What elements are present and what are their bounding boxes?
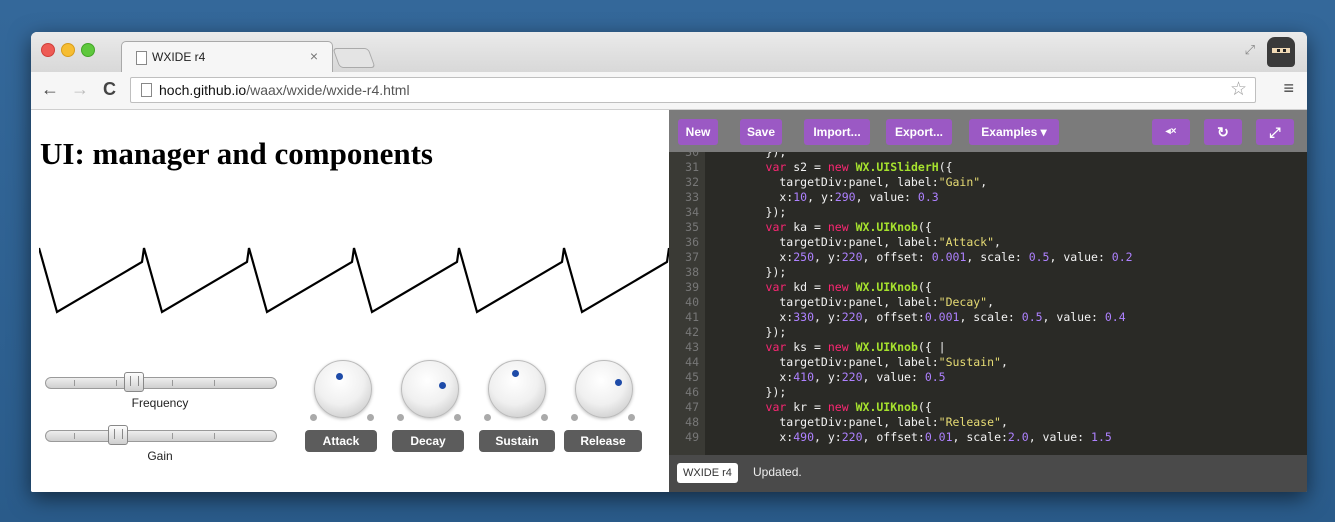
forward-button[interactable]: →: [71, 79, 89, 100]
attack-knob[interactable]: [310, 358, 374, 422]
line-number: 48: [685, 415, 699, 429]
tab-bar: WXIDE r4 × ⤢: [31, 32, 1307, 73]
mute-button[interactable]: ◂×: [1152, 119, 1190, 145]
line-number: 45: [685, 370, 699, 384]
code-editor[interactable]: 30 }); 31 var s2 = new WX.UISliderH({ 32 t…: [669, 152, 1307, 455]
line-number: 39: [685, 280, 699, 294]
code-line: 32 targetDiv:panel, label:"Gain",: [669, 176, 1307, 189]
line-number: 42: [685, 325, 699, 339]
tab-wxide[interactable]: WXIDE r4 ×: [121, 41, 333, 73]
decay-knob[interactable]: [397, 358, 461, 422]
code-line: 30 });: [669, 152, 1307, 159]
code-line: 36 targetDiv:panel, label:"Attack",: [669, 236, 1307, 249]
line-number: 44: [685, 355, 699, 369]
code-line: 33 x:10, y:290, value: 0.3: [669, 191, 1307, 204]
status-badge: WXIDE r4: [677, 463, 738, 483]
line-number: 40: [685, 295, 699, 309]
browser-menu-icon[interactable]: ≡: [1283, 78, 1294, 99]
code-line: 41 x:330, y:220, offset:0.001, scale: 0.…: [669, 311, 1307, 324]
expand-button[interactable]: ⤢: [1256, 119, 1294, 145]
tab-title: WXIDE r4: [152, 50, 206, 64]
line-number: 38: [685, 265, 699, 279]
desktop: WXIDE r4 × ⤢ ← → C hoch.github.io/waax/w…: [0, 0, 1335, 522]
back-button[interactable]: ←: [41, 79, 59, 100]
page-title: UI: manager and components: [40, 136, 433, 171]
profile-avatar-icon[interactable]: [1267, 37, 1295, 67]
waveform-display: [39, 247, 669, 314]
tab-close-icon[interactable]: ×: [310, 48, 318, 64]
attack-label: Attack: [305, 430, 377, 452]
code-line: 42 });: [669, 326, 1307, 339]
browser-window: WXIDE r4 × ⤢ ← → C hoch.github.io/waax/w…: [31, 32, 1307, 492]
line-number: 37: [685, 250, 699, 264]
page-icon: [136, 51, 147, 65]
line-number: 41: [685, 310, 699, 324]
line-number: 43: [685, 340, 699, 354]
new-button[interactable]: New: [678, 119, 718, 145]
frequency-label: Frequency: [131, 396, 189, 410]
sustain-knob[interactable]: [484, 358, 548, 422]
code-line: 31 var s2 = new WX.UISliderH({: [669, 161, 1307, 174]
decay-label: Decay: [392, 430, 464, 452]
release-label: Release: [564, 430, 642, 452]
code-line: 43 var ks = new WX.UIKnob({ |: [669, 341, 1307, 354]
code-line: 38 });: [669, 266, 1307, 279]
editor-pane: New Save Import... Export... Examples ▾ …: [669, 110, 1307, 492]
gain-label: Gain: [147, 449, 173, 463]
code-line: 44 targetDiv:panel, label:"Sustain",: [669, 356, 1307, 369]
bookmark-star-icon[interactable]: ☆: [1230, 78, 1247, 101]
release-knob[interactable]: [571, 358, 635, 422]
gain-slider[interactable]: [45, 425, 277, 445]
editor-toolbar: New Save Import... Export... Examples ▾ …: [669, 110, 1307, 152]
refresh-button[interactable]: ↻: [1204, 119, 1242, 145]
status-bar: WXIDE r4 Updated.: [669, 455, 1307, 492]
fullscreen-icon[interactable]: ⤢: [1245, 42, 1255, 58]
preview-pane: UI: manager and components Frequency Gai…: [31, 110, 669, 492]
code-line: 48 targetDiv:panel, label:"Release",: [669, 416, 1307, 429]
sustain-label: Sustain: [479, 430, 555, 452]
line-number: 49: [685, 430, 699, 444]
frequency-slider[interactable]: [45, 372, 277, 392]
line-number: 34: [685, 205, 699, 219]
status-text: Updated.: [753, 465, 802, 479]
code-line: 39 var kd = new WX.UIKnob({: [669, 281, 1307, 294]
reload-button[interactable]: C: [103, 79, 116, 100]
page-icon: [141, 83, 152, 97]
examples-dropdown[interactable]: Examples ▾: [969, 119, 1059, 145]
slider-thumb[interactable]: [108, 425, 128, 445]
export-button[interactable]: Export...: [886, 119, 952, 145]
browser-toolbar: ← → C hoch.github.io/waax/wxide/wxide-r4…: [31, 72, 1307, 110]
code-line: 47 var kr = new WX.UIKnob({: [669, 401, 1307, 414]
zoom-window-button[interactable]: [81, 43, 95, 57]
close-window-button[interactable]: [41, 43, 55, 57]
save-button[interactable]: Save: [740, 119, 782, 145]
slider-thumb[interactable]: [124, 372, 144, 392]
url-text: hoch.github.io/waax/wxide/wxide-r4.html: [159, 82, 410, 98]
line-number: 30: [685, 152, 699, 159]
line-number: 31: [685, 160, 699, 174]
line-number: 47: [685, 400, 699, 414]
line-number: 35: [685, 220, 699, 234]
code-line: 35 var ka = new WX.UIKnob({: [669, 221, 1307, 234]
address-bar[interactable]: hoch.github.io/waax/wxide/wxide-r4.html …: [130, 77, 1256, 103]
new-tab-button[interactable]: [332, 48, 376, 68]
line-number: 32: [685, 175, 699, 189]
line-number: 46: [685, 385, 699, 399]
code-line: 40 targetDiv:panel, label:"Decay",: [669, 296, 1307, 309]
line-number: 33: [685, 190, 699, 204]
minimize-window-button[interactable]: [61, 43, 75, 57]
line-number: 36: [685, 235, 699, 249]
code-line: 45 x:410, y:220, value: 0.5: [669, 371, 1307, 384]
code-line: 37 x:250, y:220, offset: 0.001, scale: 0…: [669, 251, 1307, 264]
import-button[interactable]: Import...: [804, 119, 870, 145]
code-line: 46 });: [669, 386, 1307, 399]
code-line: 34 });: [669, 206, 1307, 219]
code-line: 49 x:490, y:220, offset:0.01, scale:2.0,…: [669, 431, 1307, 444]
